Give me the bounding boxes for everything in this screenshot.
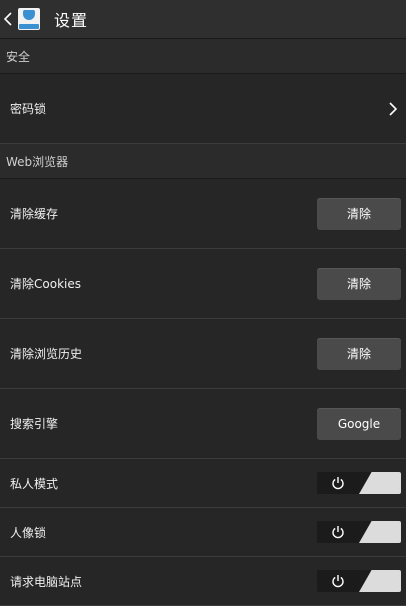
clear-cache-label: 清除缓存 bbox=[10, 207, 59, 221]
portrait-lock-toggle[interactable] bbox=[317, 521, 401, 543]
browser-app-icon bbox=[18, 8, 40, 30]
power-icon bbox=[317, 521, 359, 543]
clear-history-label: 清除浏览历史 bbox=[10, 347, 83, 361]
chevron-right-icon bbox=[389, 101, 401, 116]
clear-cookies-row: 清除Cookies 清除 bbox=[0, 249, 406, 319]
toggle-track bbox=[359, 570, 401, 592]
password-lock-row[interactable]: 密码锁 bbox=[0, 74, 406, 144]
title-bar: 设置 bbox=[0, 0, 406, 39]
search-engine-button[interactable]: Google bbox=[317, 407, 401, 440]
desktop-site-toggle[interactable] bbox=[317, 570, 401, 592]
private-mode-row: 私人模式 bbox=[0, 459, 406, 508]
clear-history-row: 清除浏览历史 清除 bbox=[0, 319, 406, 389]
clear-cookies-label: 清除Cookies bbox=[10, 277, 81, 291]
clear-cache-button[interactable]: 清除 bbox=[317, 197, 401, 230]
toggle-track bbox=[359, 472, 401, 494]
search-engine-row: 搜索引擎 Google bbox=[0, 389, 406, 459]
private-mode-label: 私人模式 bbox=[10, 476, 59, 491]
page-title: 设置 bbox=[54, 11, 89, 30]
clear-cache-row: 清除缓存 清除 bbox=[0, 179, 406, 249]
clear-cookies-button[interactable]: 清除 bbox=[317, 267, 401, 300]
portrait-lock-label: 人像锁 bbox=[10, 525, 47, 540]
chevron-left-icon bbox=[4, 12, 12, 26]
portrait-lock-row: 人像锁 bbox=[0, 508, 406, 557]
toggle-track bbox=[359, 521, 401, 543]
password-lock-label: 密码锁 bbox=[10, 102, 47, 116]
clear-history-button[interactable]: 清除 bbox=[317, 337, 401, 370]
power-icon bbox=[317, 570, 359, 592]
back-button[interactable] bbox=[1, 0, 15, 38]
section-header-security: 安全 bbox=[0, 39, 406, 74]
desktop-site-row: 请求电脑站点 bbox=[0, 557, 406, 606]
section-header-web: Web浏览器 bbox=[0, 144, 406, 179]
power-icon bbox=[317, 472, 359, 494]
search-engine-label: 搜索引擎 bbox=[10, 417, 59, 431]
desktop-site-label: 请求电脑站点 bbox=[10, 574, 83, 589]
private-mode-toggle[interactable] bbox=[317, 472, 401, 494]
